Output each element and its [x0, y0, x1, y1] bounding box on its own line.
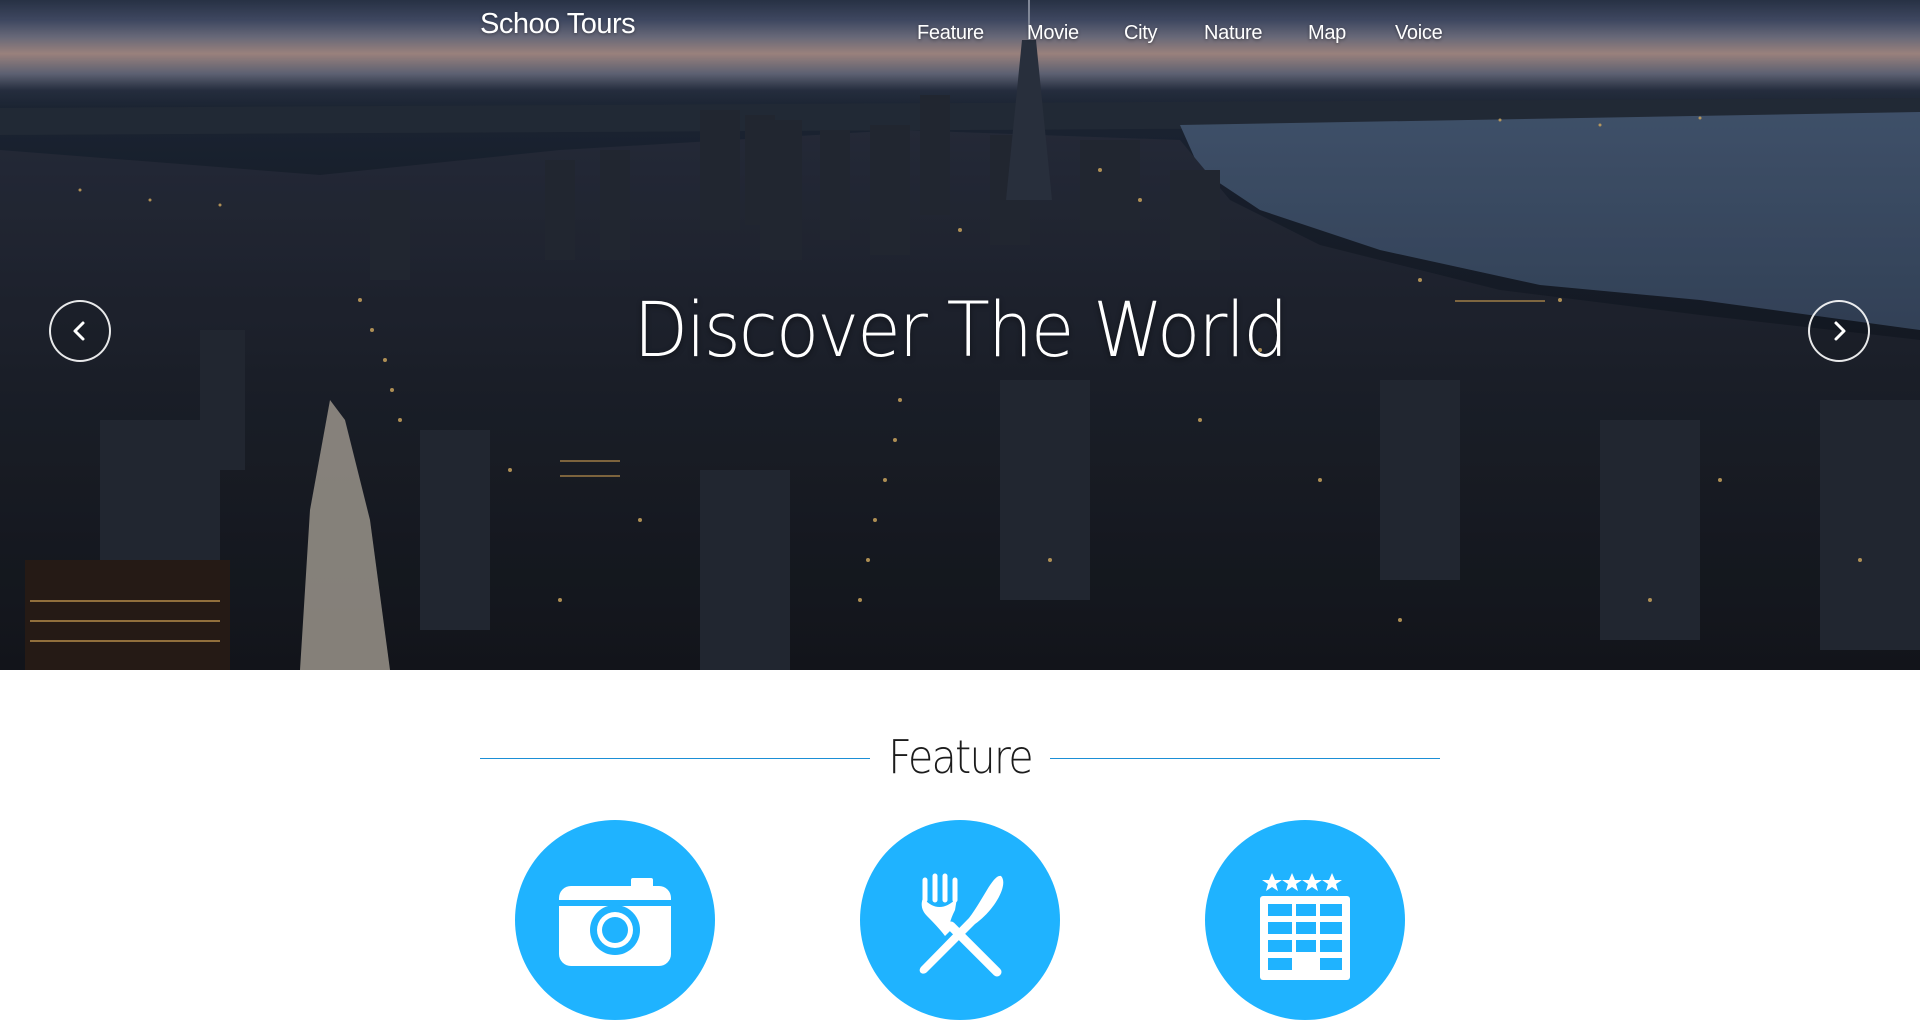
feature-item-hotel[interactable] — [1205, 820, 1405, 1020]
feature-divider-left — [480, 758, 870, 759]
feature-heading-row: Feature — [480, 728, 1440, 788]
nav-item-movie[interactable]: Movie — [1027, 22, 1079, 45]
feature-divider-right — [1050, 758, 1440, 759]
chevron-left-icon — [73, 321, 85, 341]
nav-item-map[interactable]: Map — [1308, 22, 1346, 45]
fork-knife-icon — [919, 873, 1004, 977]
nav-item-voice[interactable]: Voice — [1395, 22, 1443, 45]
hero-title: Discover The World — [633, 285, 1289, 374]
hotel-icon — [1260, 873, 1350, 980]
chevron-right-icon — [1834, 321, 1846, 341]
feature-item-dining[interactable] — [860, 820, 1060, 1020]
nav-item-nature[interactable]: Nature — [1204, 22, 1263, 45]
camera-icon — [559, 878, 671, 966]
feature-item-camera[interactable] — [515, 820, 715, 1020]
hero-section: Schoo Tours Feature Movie City Nature Ma… — [0, 0, 1920, 670]
feature-heading: Feature — [888, 730, 1034, 784]
main-nav: Feature Movie City Nature Map Voice — [0, 22, 1920, 52]
nav-item-city[interactable]: City — [1124, 22, 1158, 45]
carousel-prev-button[interactable] — [49, 300, 111, 362]
carousel-next-button[interactable] — [1808, 300, 1870, 362]
nav-item-feature[interactable]: Feature — [917, 22, 984, 45]
